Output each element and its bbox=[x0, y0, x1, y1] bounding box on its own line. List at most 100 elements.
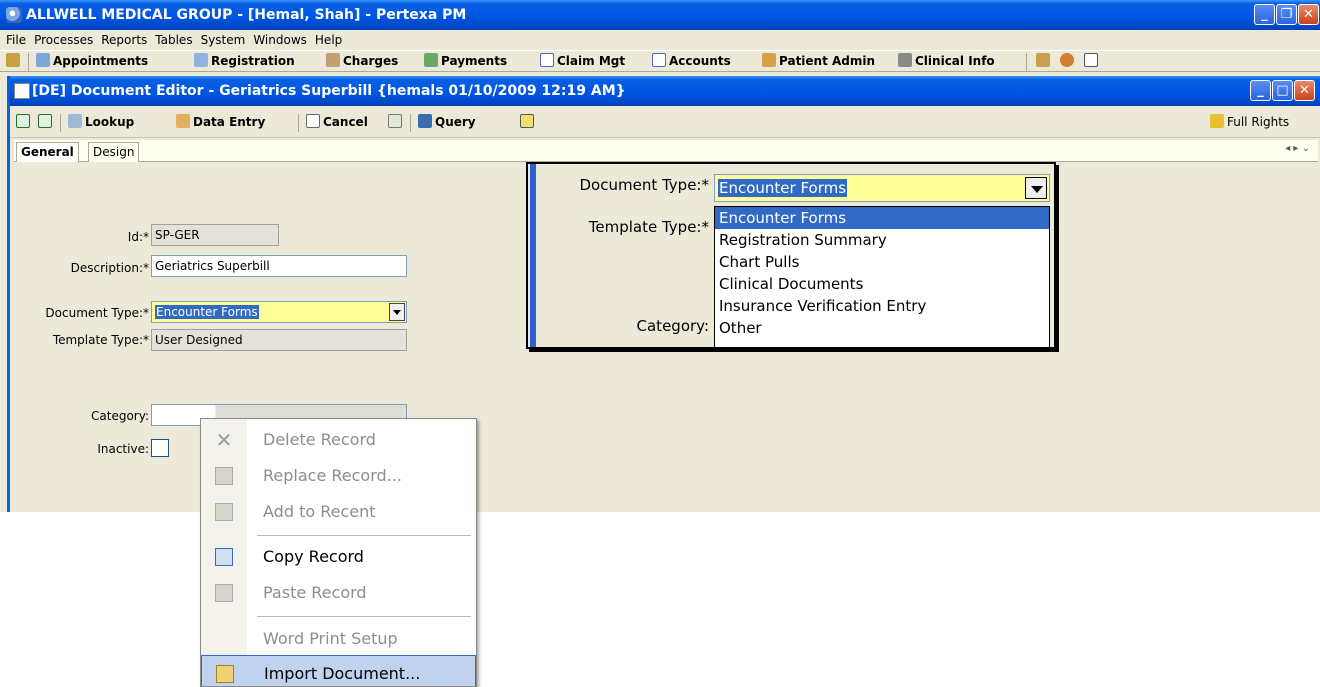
tab-scroll-icon[interactable]: ◂ ▸ ⌄ bbox=[1285, 143, 1310, 154]
pencil-icon bbox=[176, 114, 190, 128]
clipboard-icon bbox=[215, 503, 233, 521]
menu-item-delete-record[interactable]: ✕ Delete Record bbox=[201, 422, 476, 458]
app-title: ALLWELL MEDICAL GROUP - [Hemal, Shah] - … bbox=[26, 7, 467, 23]
menu-file[interactable]: File bbox=[6, 33, 26, 47]
option-other[interactable]: Other bbox=[715, 317, 1049, 339]
menu-separator bbox=[257, 535, 471, 536]
zoom-template-type-label: Template Type:* bbox=[588, 218, 709, 236]
paste-icon bbox=[215, 584, 233, 602]
menu-tables[interactable]: Tables bbox=[155, 33, 192, 47]
option-registration-summary[interactable]: Registration Summary bbox=[715, 229, 1049, 251]
inactive-checkbox[interactable] bbox=[151, 439, 169, 457]
undo-icon bbox=[306, 114, 320, 128]
full-rights-label: Full Rights bbox=[1210, 106, 1289, 138]
data-entry-button[interactable]: Data Entry bbox=[176, 106, 265, 138]
document-editor-title: [DE] Document Editor - Geriatrics Superb… bbox=[32, 83, 626, 99]
description-field[interactable]: Geriatrics Superbill bbox=[151, 255, 407, 277]
app-title-bar[interactable]: ALLWELL MEDICAL GROUP - [Hemal, Shah] - … bbox=[0, 0, 1320, 30]
mail-icon[interactable] bbox=[1084, 51, 1101, 71]
menu-processes[interactable]: Processes bbox=[34, 33, 93, 47]
tools-icon[interactable] bbox=[6, 51, 23, 71]
toolbar-registration[interactable]: Registration bbox=[194, 51, 295, 71]
replace-icon bbox=[215, 467, 233, 485]
zoom-document-type-label: Document Type:* bbox=[579, 176, 710, 194]
magnifier-icon bbox=[68, 114, 82, 128]
app-window: ALLWELL MEDICAL GROUP - [Hemal, Shah] - … bbox=[0, 0, 1320, 512]
document-type-label: Document Type:* bbox=[45, 306, 149, 320]
refresh-icon[interactable] bbox=[388, 106, 405, 138]
forward-icon[interactable] bbox=[38, 106, 55, 138]
toolbar-claim-mgt[interactable]: Claim Mgt bbox=[540, 51, 625, 71]
main-toolbar: Appointments Registration Charges Paymen… bbox=[0, 50, 1320, 72]
people-icon bbox=[762, 53, 776, 67]
minimize-button[interactable]: _ bbox=[1254, 4, 1275, 25]
document-type-select[interactable]: Encounter Forms bbox=[151, 301, 407, 323]
list-icon bbox=[540, 53, 554, 67]
template-type-field[interactable]: User Designed bbox=[151, 329, 407, 351]
toolbar-clinical-info[interactable]: Clinical Info bbox=[898, 51, 995, 71]
close-button[interactable]: ✕ bbox=[1298, 4, 1319, 25]
option-insurance-verification-entry[interactable]: Insurance Verification Entry bbox=[715, 295, 1049, 317]
menu-bar: File Processes Reports Tables System Windows H… bbox=[0, 30, 1320, 50]
menu-item-replace-record[interactable]: Replace Record... bbox=[201, 458, 476, 494]
charges-icon bbox=[326, 53, 340, 67]
inactive-label: Inactive: bbox=[97, 442, 149, 456]
toolbar-accounts[interactable]: Accounts bbox=[652, 51, 731, 71]
toolbar-patient-admin[interactable]: Patient Admin bbox=[762, 51, 875, 71]
document-type-zoom-inset: Document Type:* Encounter Forms Template… bbox=[526, 162, 1056, 349]
lookup-button[interactable]: Lookup bbox=[68, 106, 134, 138]
tab-design[interactable]: Design bbox=[88, 142, 140, 162]
document-icon bbox=[14, 83, 30, 99]
help-icon[interactable] bbox=[520, 106, 537, 138]
calendar-icon bbox=[36, 53, 50, 67]
delete-icon: ✕ bbox=[215, 428, 233, 452]
option-clinical-documents[interactable]: Clinical Documents bbox=[715, 273, 1049, 295]
template-type-label: Template Type:* bbox=[52, 333, 149, 347]
globe-icon[interactable] bbox=[1060, 51, 1077, 71]
reports-icon[interactable] bbox=[1036, 51, 1053, 71]
app-logo-icon bbox=[6, 7, 22, 23]
toolbar-payments[interactable]: Payments bbox=[424, 51, 507, 71]
copy-icon bbox=[215, 548, 233, 566]
menu-item-copy-record[interactable]: Copy Record bbox=[201, 539, 476, 575]
window-border bbox=[530, 164, 536, 347]
dropdown-arrow-icon[interactable] bbox=[389, 303, 405, 321]
document-editor-title-bar[interactable]: [DE] Document Editor - Geriatrics Superb… bbox=[10, 76, 1320, 106]
document-toolbar: Lookup Data Entry Cancel Query Full Righ… bbox=[10, 106, 1320, 138]
cancel-button[interactable]: Cancel bbox=[306, 106, 368, 138]
toolbar-appointments[interactable]: Appointments bbox=[36, 51, 148, 71]
zoom-document-type-select[interactable]: Encounter Forms bbox=[714, 174, 1050, 202]
doc-minimize-button[interactable]: _ bbox=[1250, 80, 1271, 101]
menu-item-add-to-recent[interactable]: Add to Recent bbox=[201, 494, 476, 530]
tab-general[interactable]: General bbox=[16, 142, 79, 162]
menu-system[interactable]: System bbox=[201, 33, 246, 47]
query-button[interactable]: Query bbox=[418, 106, 476, 138]
doc-close-button[interactable]: ✕ bbox=[1294, 80, 1315, 101]
binoculars-icon bbox=[418, 114, 432, 128]
document-type-options-list[interactable]: Encounter Forms Registration Summary Cha… bbox=[714, 206, 1050, 347]
lock-open-icon bbox=[1210, 114, 1224, 128]
menu-separator bbox=[257, 616, 471, 617]
doctor-icon bbox=[898, 53, 912, 67]
id-field[interactable]: SP-GER bbox=[151, 224, 279, 246]
context-menu: ✕ Delete Record Replace Record... Add to… bbox=[200, 418, 477, 687]
doc-maximize-button[interactable]: □ bbox=[1272, 80, 1293, 101]
menu-item-import-document[interactable]: Import Document... bbox=[201, 655, 476, 686]
menu-reports[interactable]: Reports bbox=[101, 33, 147, 47]
description-label: Description:* bbox=[70, 261, 149, 275]
tab-strip: General Design ◂ ▸ ⌄ bbox=[14, 140, 1318, 162]
option-chart-pulls[interactable]: Chart Pulls bbox=[715, 251, 1049, 273]
id-label: Id:* bbox=[127, 230, 149, 244]
menu-help[interactable]: Help bbox=[315, 33, 342, 47]
back-icon[interactable] bbox=[16, 106, 33, 138]
toolbar-charges[interactable]: Charges bbox=[326, 51, 398, 71]
folder-open-icon bbox=[216, 665, 234, 683]
zoom-dropdown-arrow-icon[interactable] bbox=[1025, 177, 1047, 199]
menu-item-paste-record[interactable]: Paste Record bbox=[201, 575, 476, 611]
category-label: Category: bbox=[91, 409, 149, 423]
menu-item-word-print-setup[interactable]: Word Print Setup bbox=[201, 621, 476, 657]
option-encounter-forms[interactable]: Encounter Forms bbox=[715, 207, 1049, 229]
menu-windows[interactable]: Windows bbox=[253, 33, 307, 47]
restore-button[interactable]: ❐ bbox=[1276, 4, 1297, 25]
zoom-category-label: Category: bbox=[636, 317, 709, 335]
